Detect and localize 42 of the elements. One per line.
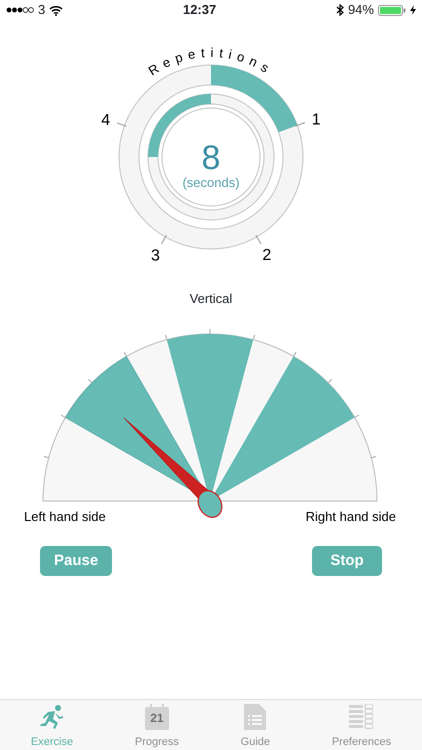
tab-guide[interactable]: Guide	[210, 700, 301, 750]
repetition-number: 1	[312, 112, 321, 128]
carrier-name: 3	[38, 1, 46, 20]
pause-button[interactable]: Pause	[40, 546, 112, 576]
bluetooth-icon	[336, 4, 344, 16]
tick-mark	[160, 234, 167, 244]
timer-value: 8	[202, 139, 220, 177]
signal-icon	[6, 7, 34, 13]
tick-mark	[255, 234, 262, 244]
tab-progress[interactable]: 21 Progress	[104, 700, 210, 750]
tick-mark	[370, 455, 377, 458]
tick-mark	[43, 455, 50, 458]
repetition-number: 4	[101, 112, 110, 129]
timer-unit: (seconds)	[182, 175, 240, 190]
tick-mark	[354, 414, 360, 418]
tick-mark	[60, 414, 66, 418]
tick-mark	[116, 122, 127, 127]
battery-percent: 94%	[348, 1, 374, 20]
runner-icon	[38, 704, 65, 730]
document-icon	[244, 704, 266, 730]
stop-button[interactable]: Stop	[312, 546, 382, 576]
calendar-icon	[144, 704, 169, 730]
tab-exercise[interactable]: Exercise	[0, 700, 104, 750]
tick-mark	[328, 378, 332, 383]
repetition-number: 3	[151, 247, 160, 264]
tick-mark	[295, 122, 306, 127]
battery-icon	[378, 4, 406, 16]
left-side-label: Left hand side	[24, 508, 106, 524]
calendar-day: 21	[144, 712, 169, 724]
settings-list-icon	[349, 704, 374, 730]
tick-mark	[88, 378, 92, 383]
charging-icon	[410, 5, 416, 15]
tick-mark	[252, 334, 256, 340]
clock-time: 12:37	[182, 1, 216, 20]
right-side-label: Right hand side	[306, 508, 396, 524]
tick-mark	[164, 334, 168, 340]
tick-mark	[124, 351, 127, 356]
repetition-number: 2	[262, 247, 272, 264]
tick-mark	[293, 351, 296, 356]
wifi-icon	[49, 4, 64, 16]
tab-preferences[interactable]: Preferences	[300, 700, 422, 750]
gauge-top-label: Vertical	[188, 290, 234, 308]
